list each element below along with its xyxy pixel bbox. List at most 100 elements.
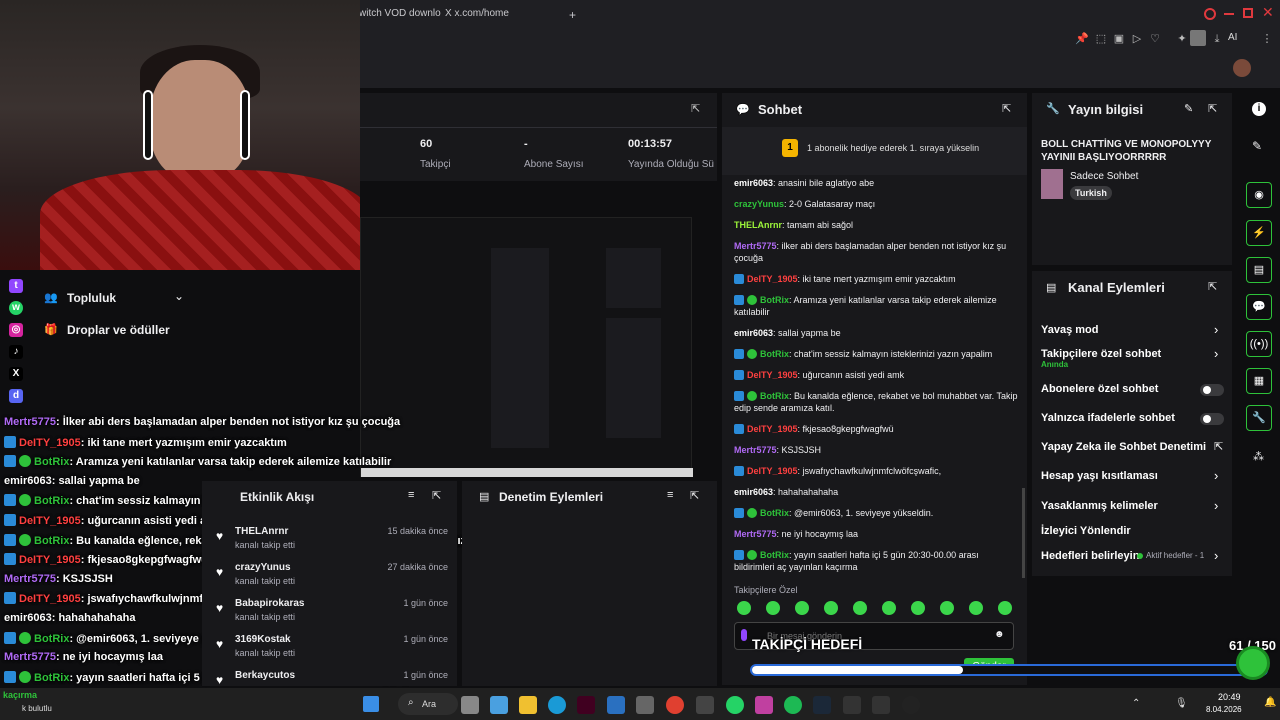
community-label[interactable]: Topluluk: [67, 291, 116, 305]
chat-username[interactable]: BotRix: [760, 349, 789, 359]
heart-icon[interactable]: ♡: [1148, 32, 1162, 46]
chat-username[interactable]: crazyYunus: [734, 199, 784, 209]
tab-x-home[interactable]: X x.com/home: [445, 8, 509, 22]
gift-banner[interactable]: 1 1 abonelik hediye ederek 1. sıraya yük…: [722, 127, 1027, 175]
toggle-switch[interactable]: [1200, 384, 1224, 396]
app-icon[interactable]: [755, 696, 773, 714]
broadcast-icon[interactable]: ((•)): [1246, 331, 1272, 357]
popout-icon[interactable]: ⇱: [690, 489, 699, 502]
filter-icon[interactable]: ≡: [408, 489, 414, 501]
apps-icon[interactable]: ⁂: [1253, 450, 1264, 463]
steam-icon[interactable]: [813, 696, 831, 714]
popout-icon[interactable]: ⇱: [1208, 102, 1217, 115]
channel-action-item[interactable]: Hedefleri belirleyin: [1041, 550, 1139, 562]
close-icon[interactable]: ✕: [1262, 4, 1274, 21]
emote-icon[interactable]: [940, 601, 954, 615]
extension-icon[interactable]: ✦: [1175, 32, 1189, 46]
tools-icon[interactable]: 🔧: [1246, 405, 1272, 431]
chevron-right-icon[interactable]: ›: [1214, 346, 1218, 361]
store-icon[interactable]: [607, 696, 625, 714]
popout-icon[interactable]: ⇱: [1002, 102, 1011, 115]
emote-icon[interactable]: [969, 601, 983, 615]
channel-action-item[interactable]: Yapay Zeka ile Sohbet Denetimi: [1041, 441, 1206, 453]
instagram-icon[interactable]: ◎: [9, 323, 23, 337]
scrollbar[interactable]: [1022, 488, 1025, 578]
camera-icon[interactable]: ◉: [1246, 182, 1272, 208]
chat-username[interactable]: THELAnrnr: [734, 220, 782, 230]
spotify-icon[interactable]: [784, 696, 802, 714]
whatsapp-icon[interactable]: w: [9, 301, 23, 315]
activity-name[interactable]: THELAnrnr: [235, 526, 288, 537]
tiktok-icon[interactable]: ♪: [9, 345, 23, 359]
emote-icon[interactable]: [795, 601, 809, 615]
chat-username[interactable]: DeITY_1905: [747, 274, 798, 284]
toggle-switch[interactable]: [1200, 413, 1224, 425]
chat-username[interactable]: DeITY_1905: [747, 424, 798, 434]
app-icon[interactable]: [696, 696, 714, 714]
info-icon[interactable]: i: [1252, 102, 1266, 116]
start-icon[interactable]: [363, 696, 379, 712]
twitch-icon[interactable]: t: [9, 279, 23, 293]
user-avatar[interactable]: [1233, 59, 1251, 77]
chat-username[interactable]: DeITY_1905: [747, 466, 798, 476]
chat-username[interactable]: BotRix: [760, 508, 789, 518]
edit-icon[interactable]: ✎: [1184, 102, 1193, 115]
obs-icon[interactable]: [902, 696, 920, 714]
channel-action-item[interactable]: Yavaş mod: [1041, 324, 1098, 336]
minimize-icon[interactable]: [1224, 13, 1234, 15]
chevron-right-icon[interactable]: ›: [1214, 498, 1218, 513]
emote-icon[interactable]: [911, 601, 925, 615]
emote-icon[interactable]: [737, 601, 751, 615]
activity-name[interactable]: 3169Kostak: [235, 634, 291, 645]
chat-username[interactable]: Mertr5775: [734, 529, 777, 539]
activity-name[interactable]: Berkaycutos: [235, 670, 295, 681]
chat-username[interactable]: emir6063: [734, 328, 773, 338]
chat-bubble-icon[interactable]: 💬: [1246, 294, 1272, 320]
emote-icon[interactable]: [882, 601, 896, 615]
filter-icon[interactable]: ≡: [667, 489, 673, 501]
category-label[interactable]: Sadece Sohbet: [1070, 171, 1138, 182]
app-icon[interactable]: [872, 696, 890, 714]
more-icon[interactable]: ⋮: [1260, 32, 1274, 46]
app-icon[interactable]: [843, 696, 861, 714]
x-icon[interactable]: X: [9, 367, 23, 381]
explorer-icon[interactable]: [519, 696, 537, 714]
popout-icon[interactable]: ⇱: [691, 102, 700, 115]
app-icon[interactable]: [636, 696, 654, 714]
whatsapp-icon[interactable]: [726, 696, 744, 714]
queue-icon[interactable]: ▦: [1246, 368, 1272, 394]
chat-username[interactable]: DeITY_1905: [747, 370, 798, 380]
channel-action-item[interactable]: Takipçilere özel sohbet: [1041, 348, 1161, 360]
lightning-icon[interactable]: ⚡: [1246, 220, 1272, 246]
chat-username[interactable]: BotRix: [760, 295, 789, 305]
popout-icon[interactable]: ⇱: [1208, 280, 1217, 293]
document-icon[interactable]: ▤: [1246, 257, 1272, 283]
search-icon[interactable]: [1204, 8, 1216, 20]
chat-username[interactable]: Mertr5775: [734, 445, 777, 455]
channel-action-item[interactable]: Hesap yaşı kısıtlaması: [1041, 470, 1158, 482]
stream-preview[interactable]: [360, 217, 693, 477]
chevron-right-icon[interactable]: ›: [1214, 322, 1218, 337]
chevron-up-icon[interactable]: ⌃: [1132, 698, 1140, 709]
play-icon[interactable]: ▷: [1130, 32, 1144, 46]
maximize-icon[interactable]: [1243, 8, 1253, 18]
emote-icon[interactable]: [998, 601, 1012, 615]
profile-avatar[interactable]: [1190, 30, 1206, 46]
mic-icon[interactable]: 🎙: [1175, 698, 1188, 709]
emoji-icon[interactable]: ☻: [994, 629, 1005, 640]
channel-action-item[interactable]: İzleyici Yönlendir: [1041, 525, 1131, 537]
taskbar-search[interactable]: ⌕ Ara: [398, 693, 458, 715]
chat-username[interactable]: emir6063: [734, 487, 773, 497]
chat-username[interactable]: Mertr5775: [734, 241, 777, 251]
chevron-down-icon[interactable]: ⌄: [174, 289, 184, 303]
ai-button[interactable]: AI: [1228, 32, 1237, 43]
chat-username[interactable]: emir6063: [734, 178, 773, 188]
app-icon[interactable]: [577, 696, 595, 714]
activity-name[interactable]: Babapirokaras: [235, 598, 304, 609]
tab-twitch-vod[interactable]: witch VOD downlo: [359, 8, 441, 22]
download-icon[interactable]: ⤓: [1210, 32, 1224, 46]
channel-action-item[interactable]: Abonelere özel sohbet: [1041, 383, 1158, 395]
taskview-icon[interactable]: [461, 696, 479, 714]
emote-icon[interactable]: [766, 601, 780, 615]
notification-icon[interactable]: 🔔: [1264, 697, 1276, 708]
